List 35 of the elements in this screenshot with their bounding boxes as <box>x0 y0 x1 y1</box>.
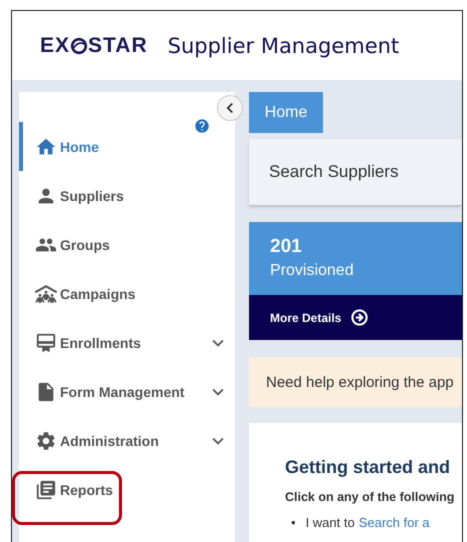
stat-label: Provisioned <box>270 262 355 280</box>
sidebar-item[interactable]: Suppliers <box>19 171 235 220</box>
sidebar-item-label: Reports <box>60 482 114 498</box>
sidebar-item[interactable]: Groups <box>19 220 235 269</box>
report-icon <box>35 478 57 500</box>
sidebar-item-label: Form Management <box>60 384 186 400</box>
sidebar-item-label: Enrollments <box>60 334 142 350</box>
card-intro: Click on any of the following <box>285 490 456 504</box>
bullet-text: I want to <box>306 514 355 532</box>
sidebar-item[interactable]: Home <box>19 122 235 171</box>
sidebar-item[interactable]: Campaigns <box>19 269 235 318</box>
sidebar-item-label: Suppliers <box>60 188 125 204</box>
people-group-icon <box>35 282 57 304</box>
sidebar-item-label: Campaigns <box>60 286 136 302</box>
certificate-icon <box>35 332 57 354</box>
sidebar-item[interactable]: Enrollments <box>19 318 235 367</box>
more-details-link[interactable]: More Details <box>270 310 342 324</box>
settings-icon <box>35 430 57 452</box>
app-title: Supplier Management <box>168 34 400 58</box>
exostar-logo: EX STAR <box>40 34 148 58</box>
sidebar-item[interactable]: Reports <box>19 465 235 514</box>
arrow-circle-icon[interactable] <box>351 309 368 326</box>
stat-count: 201 <box>270 236 303 258</box>
link[interactable]: Search for a <box>358 514 430 532</box>
search-suppliers-card[interactable]: Search Suppliers <box>249 139 462 205</box>
card-heading: Getting started and <box>285 457 452 478</box>
help-icon[interactable] <box>194 118 210 134</box>
collapse-button[interactable] <box>217 95 243 121</box>
sidebar-item-label: Groups <box>60 236 111 252</box>
help-banner: Need help exploring the app <box>249 357 462 407</box>
sidebar-item[interactable]: Form Management <box>19 367 235 416</box>
sidebar-item-label: Home <box>60 138 100 154</box>
sidebar-item-label: Administration <box>60 432 160 448</box>
bullet-marker: • <box>291 514 296 532</box>
sidebar-item[interactable]: Administration <box>19 416 235 465</box>
